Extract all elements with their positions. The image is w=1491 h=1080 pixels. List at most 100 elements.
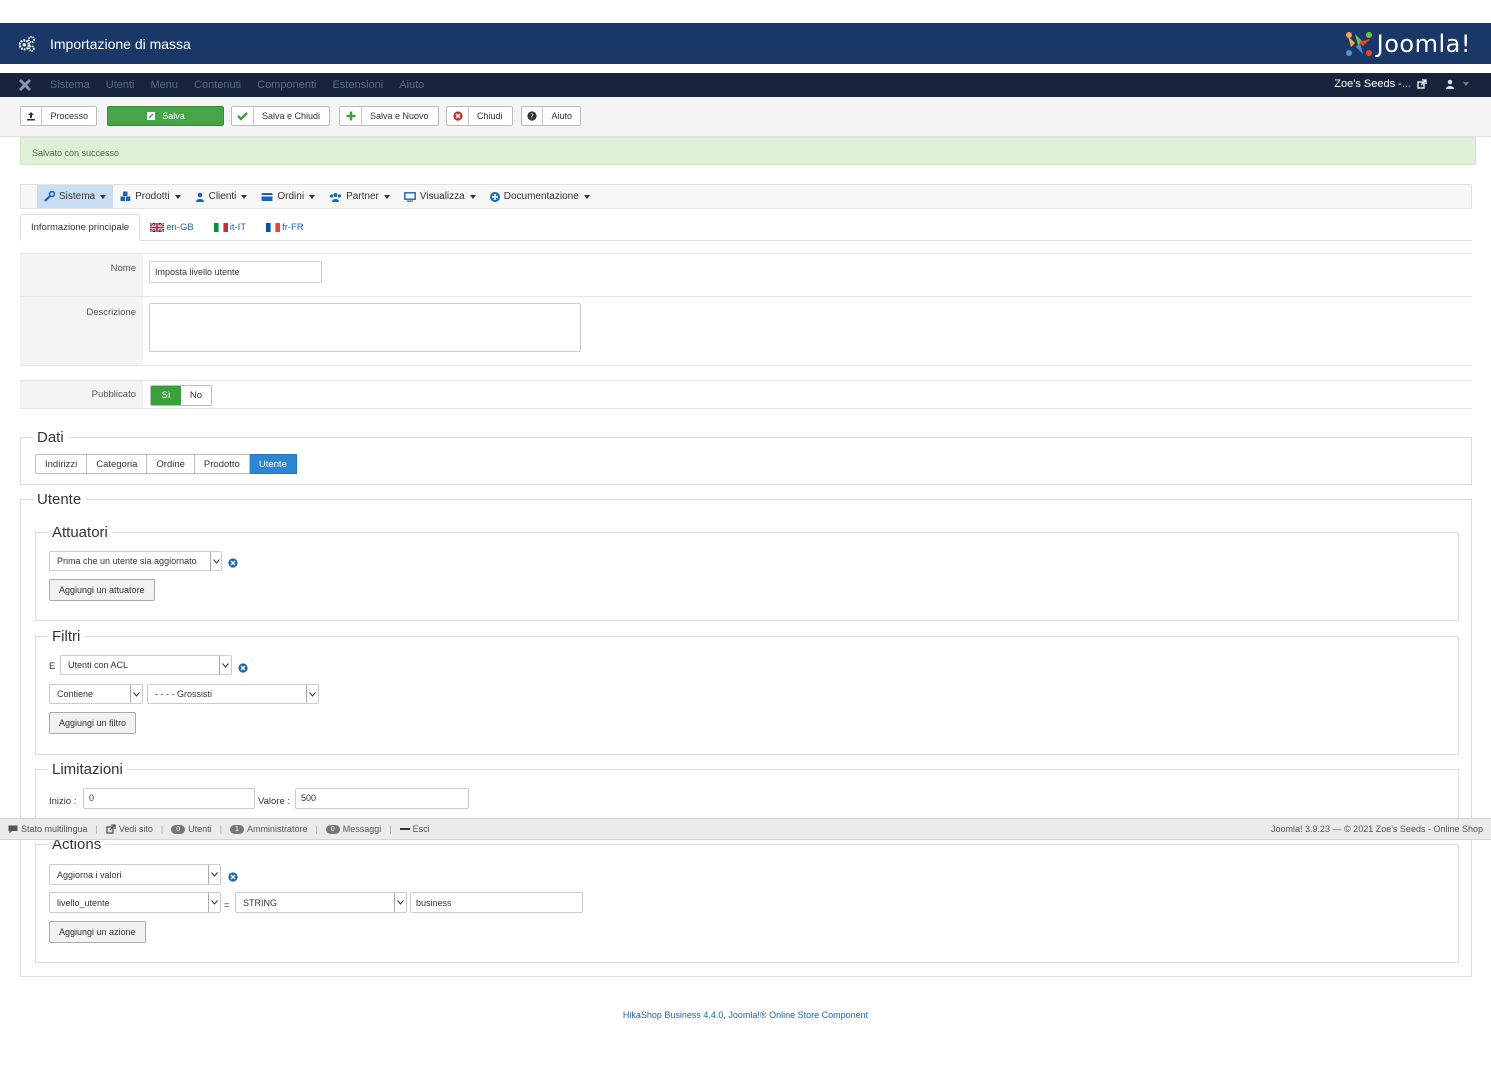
nav-item-utenti[interactable]: Utenti (106, 79, 135, 91)
action-value-input[interactable]: business (410, 892, 583, 913)
users-label: Utenti (188, 824, 212, 834)
user-menu-caret[interactable] (1463, 82, 1469, 86)
chevron-down-icon (309, 691, 316, 697)
help-button-label: Aiuto (551, 111, 572, 121)
filter-prefix: E (49, 661, 56, 672)
hika-menu-sistema[interactable]: Sistema (37, 185, 114, 208)
nav-item-estensioni[interactable]: Estensioni (332, 79, 383, 91)
equals-sign: = (224, 900, 230, 911)
help-button[interactable]: ? Aiuto (521, 106, 581, 126)
filtri-legend: Filtri (48, 628, 85, 645)
hikashop-footer-link[interactable]: HikaShop Business 4.4.0, Joomla!® Online… (0, 1010, 1491, 1020)
published-no[interactable]: No (181, 386, 211, 405)
hika-menu-ordini[interactable]: Ordini (254, 185, 322, 208)
site-link[interactable]: Zoe's Seeds -... (1334, 78, 1411, 90)
dati-tab-indirizzi[interactable]: Indirizzi (35, 454, 88, 474)
page-title: Importazione di massa (50, 35, 191, 52)
close-button-label: Chiudi (477, 111, 503, 121)
tab-fr-fr[interactable]: fr-FR (256, 214, 314, 241)
published-yes[interactable]: Sì (151, 386, 181, 405)
close-circle-icon (452, 111, 463, 121)
action-field-value: livello_utente (57, 897, 110, 908)
hika-menu-documentazione-label: Documentazione (503, 191, 579, 202)
filter-select[interactable]: Utenti con ACL (60, 655, 232, 675)
name-row: Nome Imposta livello utente (20, 253, 1472, 297)
action-field-select[interactable]: livello_utente (49, 892, 221, 913)
nav-item-menu[interactable]: Menu (151, 79, 179, 91)
chevron-down-icon (397, 900, 404, 905)
chevron-down-icon (212, 558, 220, 564)
nav-item-aiuto[interactable]: Aiuto (399, 79, 424, 91)
joomla-logo: Joomla! (1345, 30, 1471, 58)
tab-main-info[interactable]: Informazione principale (20, 214, 141, 241)
save-new-button[interactable]: Salva e Nuovo (339, 106, 439, 126)
nav-item-componenti[interactable]: Componenti (257, 79, 316, 91)
utente-fieldset: Utente Attuatori Prima che un utente sia… (20, 491, 1472, 977)
joomla-menu-icon[interactable] (18, 78, 32, 92)
remove-trigger-icon[interactable] (228, 558, 238, 568)
filter-group-select[interactable]: - - - - Grossisti (147, 684, 319, 704)
action-select[interactable]: Aggiorna i valori (49, 864, 221, 885)
action-select-value: Aggiorna i valori (57, 869, 122, 880)
add-action-button[interactable]: Aggiungi un azione (49, 921, 146, 943)
users-online[interactable]: 0 Utenti (171, 824, 212, 834)
minus-icon (399, 828, 410, 830)
hika-menu-documentazione[interactable]: Documentazione (483, 185, 597, 208)
language-tabs: Informazione principale en-GB it-IT fr-F… (20, 214, 1472, 241)
limit-value-input[interactable]: 500 (295, 788, 469, 809)
save-close-button[interactable]: Salva e Chiudi (231, 106, 330, 126)
save-button[interactable]: Salva (107, 106, 224, 126)
dati-tab-ordine[interactable]: Ordine (147, 454, 195, 474)
status-bar: Stato multilingua | Vedi sito | 0 Utenti… (0, 818, 1491, 840)
messages-count-badge: 0 (325, 824, 340, 834)
description-textarea[interactable] (149, 303, 581, 352)
published-row: Pubblicato Sì No (20, 380, 1472, 409)
view-site-link[interactable]: Vedi sito (106, 824, 153, 834)
dati-tabs: Indirizzi Categoria Ordine Prodotto Uten… (35, 454, 297, 474)
remove-action-icon[interactable] (228, 872, 238, 882)
tab-en-gb[interactable]: en-GB (140, 214, 203, 241)
trigger-select[interactable]: Prima che un utente sia aggiornato (49, 551, 222, 571)
chevron-down-icon (133, 691, 140, 697)
filter-operator-select[interactable]: Contiene (49, 684, 143, 704)
published-toggle[interactable]: Sì No (150, 385, 212, 406)
hika-menu-visualizza-label: Visualizza (419, 191, 465, 202)
upload-icon (27, 112, 36, 121)
name-input[interactable]: Imposta livello utente (149, 261, 322, 283)
action-type-select[interactable]: STRING (235, 892, 407, 913)
comment-icon (8, 825, 18, 833)
hika-menu-clienti[interactable]: Clienti (188, 185, 255, 208)
remove-filter-icon[interactable] (238, 663, 248, 673)
check-icon (237, 112, 248, 121)
hika-menu-sistema-label: Sistema (59, 191, 96, 202)
add-trigger-button[interactable]: Aggiungi un attuatore (49, 579, 155, 601)
admins-online[interactable]: 1 Amministratore (230, 824, 307, 834)
cubes-icon (120, 191, 131, 201)
utente-legend: Utente (33, 491, 86, 508)
user-icon[interactable] (1445, 79, 1455, 89)
dati-tab-categoria[interactable]: Categoria (87, 454, 148, 474)
tab-it-it[interactable]: it-IT (204, 214, 256, 241)
close-button[interactable]: Chiudi (446, 106, 513, 126)
logout-label: Esci (412, 824, 430, 834)
edit-icon (147, 112, 156, 120)
external-link-icon[interactable] (1417, 79, 1427, 89)
process-button[interactable]: Processo (20, 106, 97, 126)
view-site-label: Vedi sito (118, 824, 153, 834)
joomla-logo-icon (1345, 32, 1372, 56)
dati-tab-prodotto[interactable]: Prodotto (194, 454, 250, 474)
nav-item-sistema[interactable]: Sistema (50, 79, 90, 91)
hika-menu-visualizza[interactable]: Visualizza (397, 185, 483, 208)
chevron-down-icon (211, 900, 218, 905)
hika-menu-prodotti[interactable]: Prodotti (113, 185, 187, 208)
add-filter-button[interactable]: Aggiungi un filtro (49, 712, 137, 734)
messages-link[interactable]: 0 Messaggi (325, 824, 381, 834)
start-input[interactable]: 0 (83, 788, 255, 809)
dati-tab-utente[interactable]: Utente (249, 454, 297, 474)
name-label: Nome (20, 254, 143, 296)
multilang-status[interactable]: Stato multilingua (8, 824, 88, 834)
nav-item-contenuti[interactable]: Contenuti (194, 79, 241, 91)
hika-menu-partner[interactable]: Partner (322, 185, 397, 208)
logout-link[interactable]: Esci (399, 824, 430, 834)
italy-flag-icon (213, 223, 228, 232)
